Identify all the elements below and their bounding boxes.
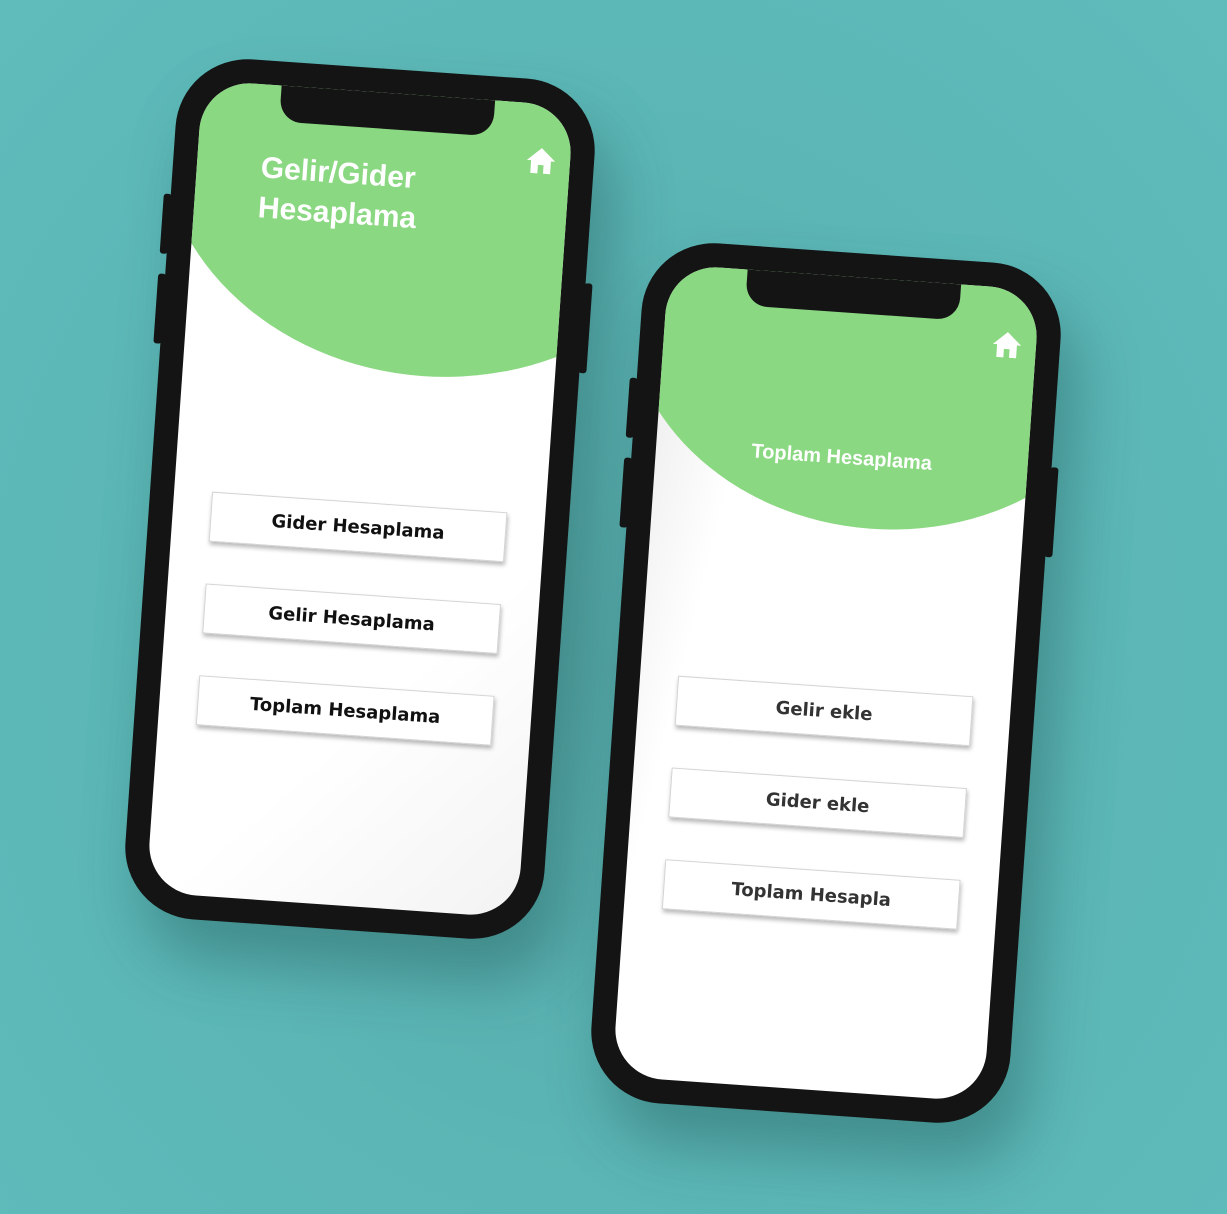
volume-down-button [619,457,633,528]
gelir-hesaplama-button[interactable]: Gelir Hesaplama [202,583,502,654]
total-calculation-screen: Toplam Hesaplama Gelir ekle Gider ekle T… [612,264,1040,1102]
volume-up-button [625,377,638,438]
volume-up-button [159,193,172,254]
gelir-ekle-button[interactable]: Gelir ekle [674,675,974,747]
phone-main-menu: Gelir/Gider Hesaplama Gider Hesaplama Ge… [120,54,600,944]
power-button [578,283,593,374]
gider-ekle-button[interactable]: Gider ekle [668,767,968,838]
menu-button-list: Gider Hesaplama Gelir Hesaplama Toplam H… [155,489,545,790]
home-icon[interactable] [989,327,1025,363]
page-title: Gelir/Gider Hesaplama [256,151,418,236]
power-button [1044,467,1059,558]
header-green-blob [146,80,574,396]
toplam-hesapla-button[interactable]: Toplam Hesapla [661,859,961,930]
menu-button-list: Gelir ekle Gider ekle Toplam Hesapla [621,673,1011,974]
home-icon[interactable] [523,143,559,179]
toplam-hesaplama-button[interactable]: Toplam Hesaplama [195,675,495,746]
volume-down-button [153,273,167,344]
phone-total-calculation: Toplam Hesaplama Gelir ekle Gider ekle T… [586,238,1066,1128]
main-menu-screen: Gelir/Gider Hesaplama Gider Hesaplama Ge… [146,80,574,918]
gider-hesaplama-button[interactable]: Gider Hesaplama [208,491,508,563]
